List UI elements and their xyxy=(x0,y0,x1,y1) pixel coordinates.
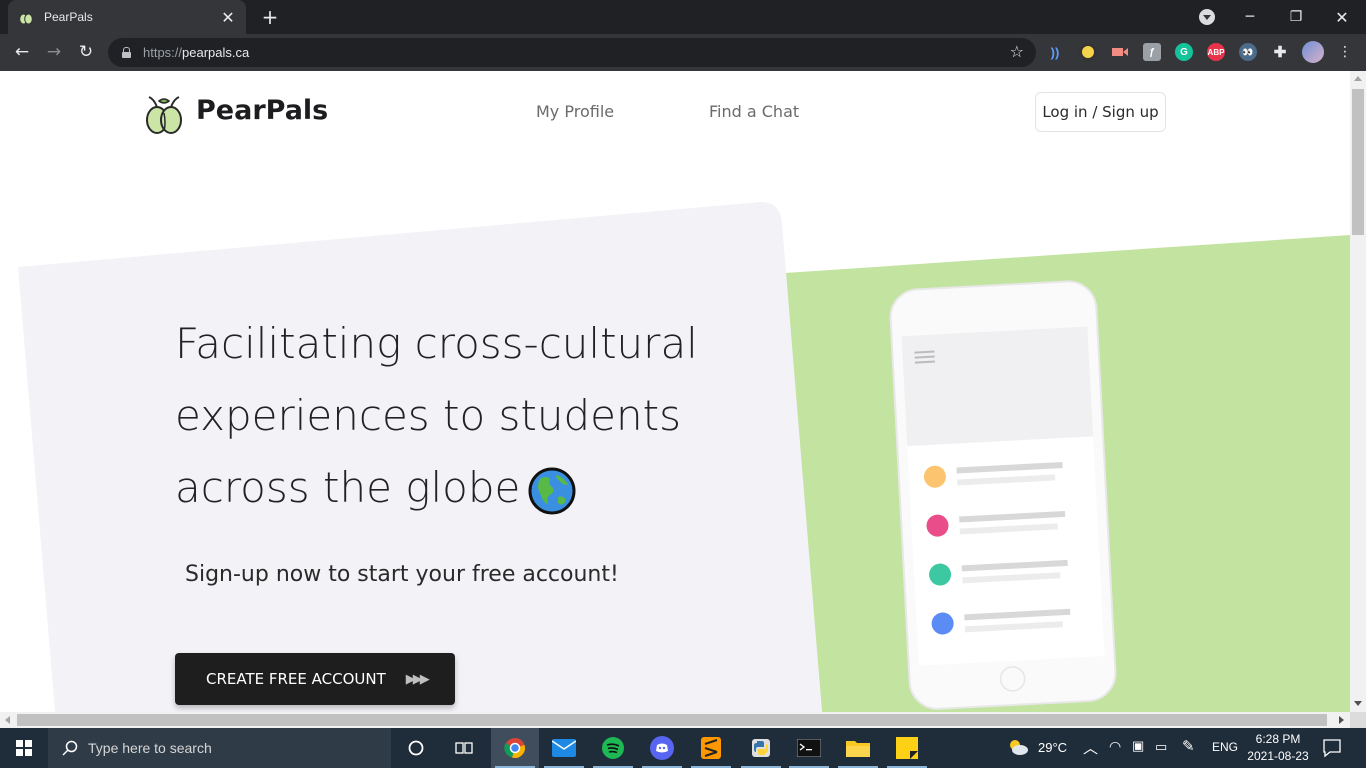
grammarly-label: G xyxy=(1180,46,1188,58)
profile-avatar[interactable] xyxy=(1302,41,1324,63)
page-viewport: PearPals My Profile Find a Chat Log in /… xyxy=(0,71,1350,712)
system-clock[interactable]: 6:28 PM 2021-08-23 xyxy=(1240,731,1316,765)
headline-line-3-text: across the globe xyxy=(175,463,521,512)
discord-icon[interactable] xyxy=(638,728,686,768)
minimize-icon[interactable]: ─ xyxy=(1230,0,1270,34)
url-text: https://pearpals.ca xyxy=(143,45,249,60)
globe-icon xyxy=(528,467,576,514)
forward-icon[interactable]: → xyxy=(44,42,64,62)
windows-taskbar: Type here to search 29°C ︿ ◠ ▣ ▭ ✎ ENG 6… xyxy=(0,728,1366,768)
adblock-icon[interactable]: ABP xyxy=(1207,43,1225,61)
close-tab-icon[interactable]: ✕ xyxy=(220,8,236,27)
phone-illustration xyxy=(889,280,1117,710)
network-icon[interactable]: ◠ xyxy=(1109,738,1121,755)
puzzle-icon[interactable]: ✚ xyxy=(1271,43,1289,61)
clock-time: 6:28 PM xyxy=(1255,732,1301,746)
python-icon[interactable] xyxy=(737,728,785,768)
horizontal-scroll-thumb[interactable] xyxy=(17,714,1327,726)
vertical-scroll-thumb[interactable] xyxy=(1352,89,1364,235)
audio-icon[interactable]: )) xyxy=(1046,43,1064,61)
hero-headline: Facilitating cross-cultural experiences … xyxy=(175,308,735,524)
pearpals-logo-icon[interactable] xyxy=(145,93,183,135)
nav-find-a-chat[interactable]: Find a Chat xyxy=(709,102,799,121)
triple-arrow-icon: ▶▶▶ xyxy=(405,671,430,687)
sticky-notes-icon[interactable] xyxy=(883,728,931,768)
browser-menu-icon[interactable]: ⋮ xyxy=(1338,43,1352,61)
grammarly-icon[interactable]: G xyxy=(1175,43,1193,61)
restore-icon[interactable]: ❐ xyxy=(1276,0,1316,34)
close-window-icon[interactable]: ✕ xyxy=(1322,0,1362,34)
reader-icon[interactable]: ƒ xyxy=(1143,43,1161,61)
tray-overflow-chevron-icon[interactable]: ︿ xyxy=(1083,737,1098,758)
adblock-label: ABP xyxy=(1207,47,1225,57)
meet-now-icon[interactable]: ▣ xyxy=(1132,738,1144,754)
vertical-scrollbar[interactable] xyxy=(1350,71,1366,712)
cta-label: CREATE FREE ACCOUNT xyxy=(206,670,386,688)
windows-start-icon[interactable] xyxy=(0,728,48,768)
video-icon[interactable] xyxy=(1111,43,1129,61)
tab-search-dropdown-icon[interactable] xyxy=(1199,9,1215,25)
record-icon[interactable] xyxy=(1079,43,1097,61)
browser-tab-bar: PearPals ✕ + ─ ❐ ✕ xyxy=(0,0,1366,34)
url-host: pearpals.ca xyxy=(182,45,250,60)
terminal-icon[interactable] xyxy=(785,728,833,768)
notifications-icon[interactable] xyxy=(1322,738,1342,762)
spotify-icon[interactable] xyxy=(589,728,637,768)
create-free-account-button[interactable]: CREATE FREE ACCOUNT ▶▶▶ xyxy=(175,653,455,705)
browser-tab[interactable]: PearPals ✕ xyxy=(8,0,246,34)
scrollbar-corner xyxy=(1350,712,1366,728)
address-bar[interactable]: https://pearpals.ca ☆ xyxy=(108,38,1036,67)
hamburger-icon xyxy=(914,350,935,364)
file-explorer-icon[interactable] xyxy=(834,728,882,768)
url-scheme: https:// xyxy=(143,45,183,60)
horizontal-scrollbar[interactable] xyxy=(0,712,1350,728)
chrome-taskbar-icon[interactable] xyxy=(491,728,539,768)
cortana-icon[interactable] xyxy=(392,728,440,768)
pear-favicon-icon xyxy=(19,9,33,25)
lock-icon[interactable] xyxy=(122,47,131,58)
taskbar-search-placeholder: Type here to search xyxy=(88,740,212,756)
headline-line-3: across the globe xyxy=(175,452,735,524)
weather-icon[interactable] xyxy=(1007,738,1029,760)
new-tab-icon[interactable]: + xyxy=(260,5,280,29)
scroll-left-icon[interactable] xyxy=(5,716,10,724)
language-indicator[interactable]: ENG xyxy=(1212,740,1238,754)
brand-name[interactable]: PearPals xyxy=(196,95,328,126)
headline-line-1: Facilitating cross-cultural xyxy=(175,319,698,368)
scroll-right-icon[interactable] xyxy=(1339,716,1344,724)
reload-icon[interactable]: ↻ xyxy=(76,42,96,62)
login-signup-button[interactable]: Log in / Sign up xyxy=(1035,92,1166,132)
scroll-up-icon[interactable] xyxy=(1354,76,1362,81)
headline-line-2: experiences to students xyxy=(175,391,681,440)
back-icon[interactable]: ← xyxy=(12,42,32,62)
search-icon xyxy=(62,740,78,756)
eyes-icon[interactable]: 👀 xyxy=(1239,43,1257,61)
taskbar-search-box[interactable]: Type here to search xyxy=(48,728,391,768)
hero-subheadline: Sign-up now to start your free account! xyxy=(185,562,619,587)
clock-date: 2021-08-23 xyxy=(1247,749,1309,763)
task-view-icon[interactable] xyxy=(440,728,488,768)
scroll-down-icon[interactable] xyxy=(1354,701,1362,706)
browser-toolbar: ← → ↻ https://pearpals.ca ☆ )) ƒ G ABP 👀… xyxy=(0,34,1366,71)
bookmark-star-icon[interactable]: ☆ xyxy=(1010,42,1024,61)
temperature[interactable]: 29°C xyxy=(1038,740,1067,755)
sublime-text-icon[interactable] xyxy=(687,728,735,768)
tab-title: PearPals xyxy=(44,10,93,24)
battery-icon[interactable]: ▭ xyxy=(1155,739,1167,755)
pen-icon[interactable]: ✎ xyxy=(1182,737,1195,755)
nav-my-profile[interactable]: My Profile xyxy=(536,102,614,121)
mail-icon[interactable] xyxy=(540,728,588,768)
